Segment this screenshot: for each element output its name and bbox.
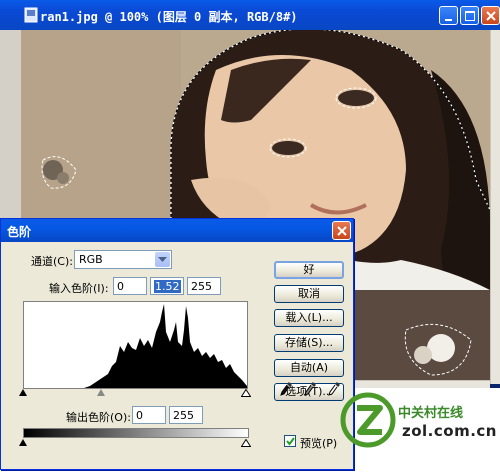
channel-label: 通道(C):: [31, 255, 73, 268]
output-black-value: 0: [136, 409, 143, 422]
input-gamma-slider-handle[interactable]: [97, 389, 105, 396]
checkmark-icon: [286, 437, 295, 446]
input-gamma-field[interactable]: 1.52: [150, 277, 184, 295]
watermark-line2: zol.com.cn: [402, 422, 497, 440]
levels-close-button[interactable]: [332, 221, 351, 240]
output-levels-label: 输出色阶(O):: [66, 411, 131, 424]
white-eyedropper-icon[interactable]: [327, 381, 341, 397]
histogram: [23, 301, 248, 389]
input-black-slider-handle[interactable]: [19, 389, 27, 396]
cancel-button[interactable]: 取消: [274, 285, 344, 303]
output-slider[interactable]: [19, 439, 259, 447]
input-black-value: 0: [117, 280, 124, 293]
input-levels-label: 输入色阶(I):: [49, 282, 109, 295]
output-white-slider-handle[interactable]: [241, 439, 251, 447]
save-button[interactable]: 存储(S)...: [274, 334, 344, 352]
close-button[interactable]: [481, 6, 500, 25]
input-white-field[interactable]: 255: [187, 277, 221, 295]
photoshop-document-icon: [24, 7, 38, 23]
levels-dialog: 色阶 通道(C): RGB 输入色阶(I): 0 1.52 255 输出色阶(O…: [0, 218, 354, 470]
black-eyedropper-icon[interactable]: [279, 381, 293, 397]
load-button[interactable]: 载入(L)...: [274, 309, 344, 327]
close-icon: [486, 11, 496, 21]
preview-checkbox[interactable]: [284, 435, 296, 447]
histogram-graph: [24, 304, 247, 388]
minimize-icon: [445, 19, 452, 21]
levels-dialog-title: 色阶: [7, 225, 32, 239]
document-title: ran1.jpg @ 100% (图层 0 副本, RGB/8#): [40, 10, 298, 24]
gray-eyedropper-icon[interactable]: [303, 381, 317, 397]
channel-select-value: RGB: [79, 253, 103, 266]
zol-logo-icon: [340, 392, 396, 448]
levels-dialog-titlebar[interactable]: 色阶: [1, 219, 353, 242]
input-gamma-value: 1.52: [154, 280, 181, 293]
output-black-slider-handle[interactable]: [19, 439, 27, 446]
auto-button[interactable]: 自动(A): [274, 359, 344, 377]
channel-select[interactable]: RGB: [74, 250, 172, 269]
zol-watermark: 中关村在线 zol.com.cn: [340, 392, 500, 464]
output-white-field[interactable]: 255: [169, 406, 203, 424]
output-black-field[interactable]: 0: [132, 406, 166, 424]
ok-button[interactable]: 好: [274, 261, 344, 279]
close-icon: [337, 226, 347, 236]
input-slider[interactable]: [19, 389, 251, 397]
document-titlebar[interactable]: ran1.jpg @ 100% (图层 0 副本, RGB/8#): [0, 0, 500, 30]
output-gradient-bar: [23, 428, 249, 438]
vertical-scrollbar[interactable]: [490, 30, 500, 384]
input-white-slider-handle[interactable]: [241, 389, 251, 397]
minimize-button[interactable]: [439, 6, 458, 25]
output-white-value: 255: [173, 409, 194, 422]
maximize-icon: [465, 11, 475, 21]
input-white-value: 255: [191, 280, 212, 293]
preview-label: 预览(P): [300, 437, 338, 450]
maximize-button[interactable]: [460, 6, 479, 25]
watermark-line1: 中关村在线: [398, 406, 464, 421]
input-black-field[interactable]: 0: [113, 277, 147, 295]
chevron-down-icon[interactable]: [155, 252, 170, 267]
